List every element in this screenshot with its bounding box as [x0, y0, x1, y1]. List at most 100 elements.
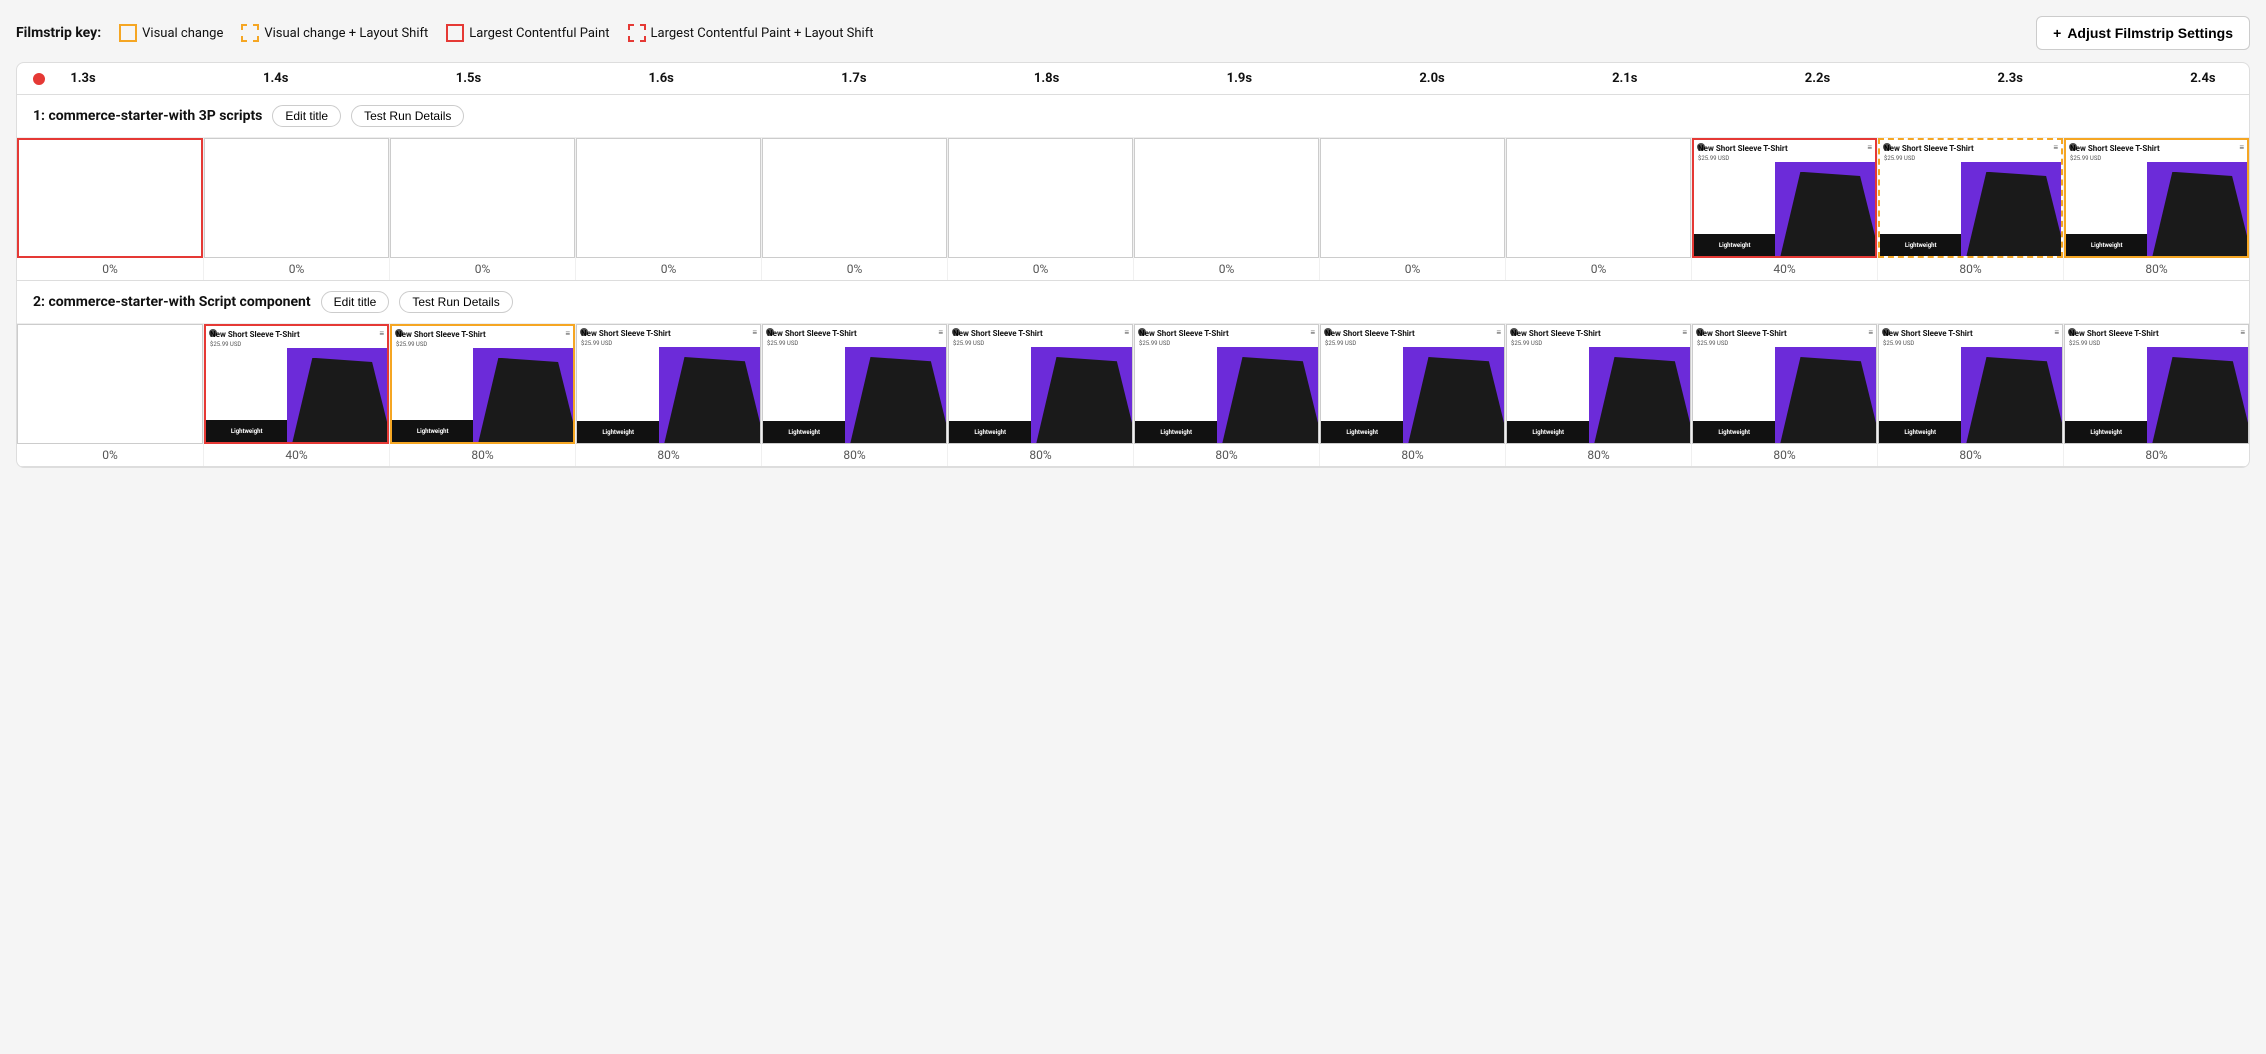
key-lcp-label: Largest Contentful Paint [469, 26, 609, 41]
product-card: ≡ New Short Sleeve T-Shirt $25.99 USD Li… [1321, 325, 1504, 443]
timeline-timestamp: 1.9s [1209, 71, 1269, 86]
key-visual-change-label: Visual change [142, 26, 223, 41]
frame-icons [580, 328, 588, 336]
frame-percent-1-12: 80% [2064, 258, 2249, 280]
product-title: New Short Sleeve T-Shirt [396, 330, 569, 340]
key-lcp-layout-label: Largest Contentful Paint + Layout Shift [651, 26, 874, 41]
table-row: ≡ New Short Sleeve T-Shirt $25.99 USD Li… [947, 324, 1133, 466]
frame-image-2-4: ≡ New Short Sleeve T-Shirt $25.99 USD Li… [576, 324, 761, 444]
product-title: New Short Sleeve T-Shirt [210, 330, 383, 340]
test-run-details-button-1[interactable]: Test Run Details [351, 105, 464, 127]
frame-percent-2-10: 80% [1692, 444, 1877, 466]
frame-icons [1883, 143, 1891, 151]
product-price: $25.99 USD [1698, 155, 1871, 162]
frame-icon-circle [1883, 143, 1891, 151]
product-image-area: Lightweight [2065, 347, 2248, 443]
product-title: New Short Sleeve T-Shirt [1139, 329, 1314, 339]
key-visual-change: Visual change [119, 24, 223, 42]
frame-image-1-6 [948, 138, 1133, 258]
frame-icons [952, 328, 960, 336]
key-visual-layout: Visual change + Layout Shift [241, 24, 428, 42]
timeline-timestamp: 2.4s [2173, 71, 2233, 86]
frame-image-1-8 [1320, 138, 1505, 258]
frame-percent-1-10: 40% [1692, 258, 1877, 280]
frame-icons [1882, 328, 1890, 336]
frame-percent-2-2: 40% [204, 444, 389, 466]
run-header-1: 1: commerce-starter-with 3P scripts Edit… [17, 95, 2249, 137]
filmstrip-key: Filmstrip key: Visual change Visual chan… [16, 24, 873, 42]
product-card: ≡ New Short Sleeve T-Shirt $25.99 USD Li… [1880, 140, 2061, 256]
product-image-area: Lightweight [949, 347, 1132, 443]
edit-title-button-1[interactable]: Edit title [272, 105, 341, 127]
frame-percent-1-5: 0% [762, 258, 947, 280]
frame-image-1-1 [17, 138, 203, 258]
product-image-area: Lightweight [1693, 347, 1876, 443]
frame-icons [1697, 143, 1705, 151]
frame-menu-icon: ≡ [565, 329, 570, 338]
product-lightweight-tag: Lightweight [577, 421, 659, 443]
frame-image-2-12: ≡ New Short Sleeve T-Shirt $25.99 USD Li… [2064, 324, 2249, 444]
frame-icons [1510, 328, 1518, 336]
product-price: $25.99 USD [2070, 155, 2243, 162]
product-card: ≡ New Short Sleeve T-Shirt $25.99 USD Li… [392, 326, 573, 442]
frame-menu-icon: ≡ [2054, 328, 2059, 337]
product-price: $25.99 USD [210, 341, 383, 348]
product-price: $25.99 USD [396, 341, 569, 348]
adjust-filmstrip-label: Adjust Filmstrip Settings [2067, 25, 2233, 41]
frame-image-2-5: ≡ New Short Sleeve T-Shirt $25.99 USD Li… [762, 324, 947, 444]
key-visual-layout-icon [241, 24, 259, 42]
frame-image-2-2: ≡ New Short Sleeve T-Shirt $25.99 USD Li… [204, 324, 389, 444]
product-card: ≡ New Short Sleeve T-Shirt $25.99 USD Li… [206, 326, 387, 442]
table-row: ≡ New Short Sleeve T-Shirt $25.99 USD Li… [1877, 138, 2063, 280]
frame-percent-2-8: 80% [1320, 444, 1505, 466]
product-image-area: Lightweight [1507, 347, 1690, 443]
product-lightweight-tag: Lightweight [763, 421, 845, 443]
product-lightweight-tag: Lightweight [392, 420, 473, 442]
product-title: New Short Sleeve T-Shirt [581, 329, 756, 339]
frame-icon-circle [580, 328, 588, 336]
frame-icon-circle [766, 328, 774, 336]
timeline-timestamp: 2.3s [1980, 71, 2040, 86]
frame-icon-circle [1138, 328, 1146, 336]
table-row: ≡ New Short Sleeve T-Shirt $25.99 USD Li… [2063, 324, 2249, 466]
product-lightweight-tag: Lightweight [949, 421, 1031, 443]
table-row: 0% [17, 138, 203, 280]
frame-menu-icon: ≡ [2239, 143, 2244, 152]
frame-menu-icon: ≡ [1868, 328, 1873, 337]
table-row: ≡ New Short Sleeve T-Shirt $25.99 USD Li… [575, 324, 761, 466]
product-image-area: Lightweight [2066, 162, 2247, 256]
table-row: ≡ New Short Sleeve T-Shirt $25.99 USD Li… [1877, 324, 2063, 466]
timeline-timestamp: 1.7s [824, 71, 884, 86]
product-image-area: Lightweight [206, 348, 387, 442]
frame-menu-icon: ≡ [1496, 328, 1501, 337]
adjust-filmstrip-button[interactable]: + Adjust Filmstrip Settings [2036, 16, 2250, 50]
test-run-details-button-2[interactable]: Test Run Details [399, 291, 512, 313]
table-row: ≡ New Short Sleeve T-Shirt $25.99 USD Li… [1505, 324, 1691, 466]
frame-icon-circle [1324, 328, 1332, 336]
product-text-area: New Short Sleeve T-Shirt $25.99 USD [1693, 325, 1876, 347]
frame-menu-icon: ≡ [1310, 328, 1315, 337]
frame-percent-2-6: 80% [948, 444, 1133, 466]
frame-icons [1324, 328, 1332, 336]
key-visual-layout-label: Visual change + Layout Shift [264, 26, 428, 41]
frame-percent-1-3: 0% [390, 258, 575, 280]
edit-title-button-2[interactable]: Edit title [321, 291, 390, 313]
product-image-area: Lightweight [1694, 162, 1875, 256]
product-price: $25.99 USD [767, 340, 942, 347]
frame-icons [766, 328, 774, 336]
table-row: 0% [1319, 138, 1505, 280]
run-title-1: 1: commerce-starter-with 3P scripts [33, 108, 262, 124]
frame-image-2-7: ≡ New Short Sleeve T-Shirt $25.99 USD Li… [1134, 324, 1319, 444]
table-row: 0% [17, 324, 203, 466]
frame-percent-1-9: 0% [1506, 258, 1691, 280]
product-text-area: New Short Sleeve T-Shirt $25.99 USD [577, 325, 760, 347]
product-price: $25.99 USD [1325, 340, 1500, 347]
frame-menu-icon: ≡ [1867, 143, 1872, 152]
frame-image-1-12: ≡ New Short Sleeve T-Shirt $25.99 USD Li… [2064, 138, 2249, 258]
timeline-timestamp: 2.1s [1595, 71, 1655, 86]
table-row: 0% [1505, 138, 1691, 280]
frame-icon-circle [952, 328, 960, 336]
product-price: $25.99 USD [1697, 340, 1872, 347]
product-card: ≡ New Short Sleeve T-Shirt $25.99 USD Li… [949, 325, 1132, 443]
frame-menu-icon: ≡ [1124, 328, 1129, 337]
